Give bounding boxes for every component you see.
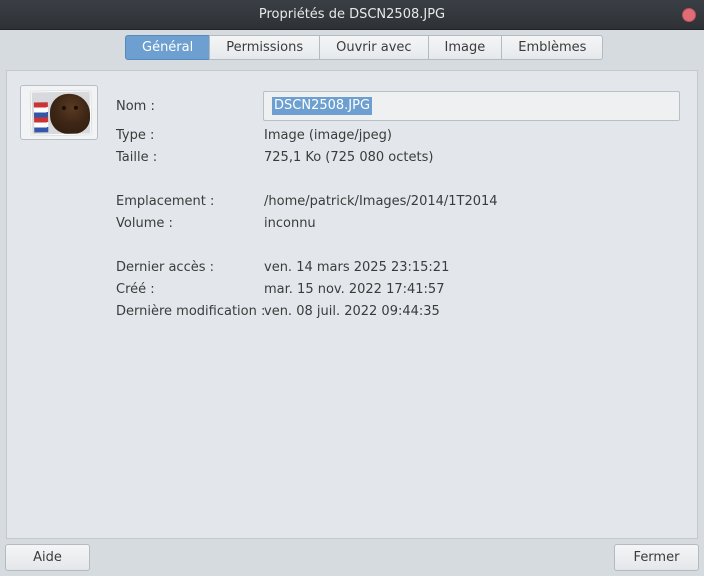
preview-stripe <box>33 102 49 133</box>
tab-image[interactable]: Image <box>427 35 503 60</box>
modified-value: ven. 08 juil. 2022 09:44:35 <box>264 304 440 319</box>
general-panel: Nom : DSCN2508.JPG Type : Image (image/j… <box>6 70 698 539</box>
name-label: Nom : <box>116 99 155 114</box>
tab-permissions[interactable]: Permissions <box>209 35 321 60</box>
modified-label: Dernière modification : <box>116 304 266 319</box>
volume-label: Volume : <box>116 216 173 231</box>
file-thumbnail[interactable] <box>20 85 98 140</box>
name-field[interactable]: DSCN2508.JPG <box>263 91 680 121</box>
tab-bar: Général Permissions Ouvrir avec Image Em… <box>125 35 604 60</box>
title-bar: Propriétés de DSCN2508.JPG <box>0 0 704 30</box>
volume-value: inconnu <box>264 216 316 231</box>
created-label: Créé : <box>116 282 155 297</box>
window-title: Propriétés de DSCN2508.JPG <box>258 7 446 22</box>
created-value: mar. 15 nov. 2022 17:41:57 <box>264 282 445 297</box>
accessed-value: ven. 14 mars 2025 23:15:21 <box>264 260 450 275</box>
type-value: Image (image/jpeg) <box>264 128 392 143</box>
tab-open-with[interactable]: Ouvrir avec <box>319 35 429 60</box>
name-field-value[interactable]: DSCN2508.JPG <box>272 97 373 115</box>
preview-dog <box>49 93 91 135</box>
image-preview <box>30 90 92 136</box>
preview-eye <box>73 105 78 110</box>
close-button[interactable]: Fermer <box>614 544 699 571</box>
accessed-label: Dernier accès : <box>116 260 214 275</box>
type-label: Type : <box>116 128 155 143</box>
tab-general[interactable]: Général <box>125 35 211 60</box>
close-window-icon[interactable] <box>682 8 696 22</box>
size-value: 725,1 Ko (725 080 octets) <box>264 150 434 165</box>
help-button[interactable]: Aide <box>5 544 90 571</box>
size-label: Taille : <box>116 150 158 165</box>
preview-eye <box>61 105 66 110</box>
tab-emblems[interactable]: Emblèmes <box>501 35 604 60</box>
location-value: /home/patrick/Images/2014/1T2014 <box>264 194 498 209</box>
location-label: Emplacement : <box>116 194 215 209</box>
